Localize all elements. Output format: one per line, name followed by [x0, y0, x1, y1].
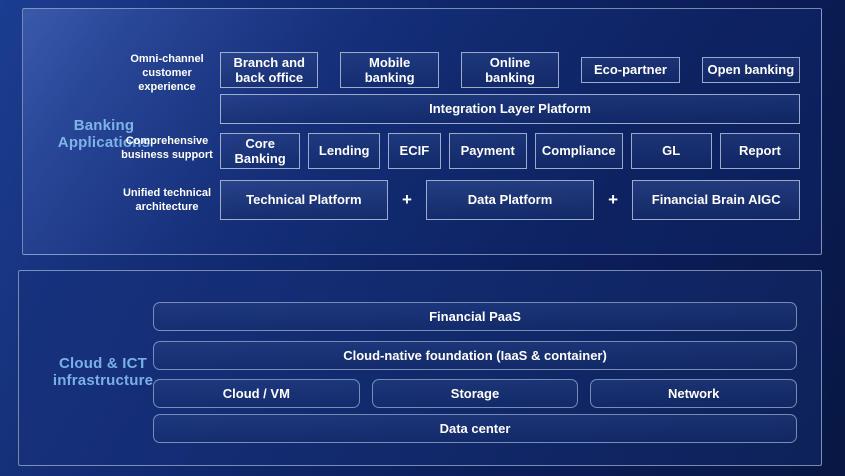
channel-box-online-banking: Online banking	[461, 52, 559, 89]
channel-box-mobile-banking: Mobile banking	[340, 52, 438, 89]
omni-channel-row-label: Omni-channel customer experience	[117, 53, 217, 94]
tech-boxes-row: Technical Platform + Data Platform + Fin…	[220, 180, 800, 220]
business-boxes-row: Core Banking Lending ECIF Payment Compli…	[220, 133, 800, 169]
tech-box-data-platform: Data Platform	[426, 180, 594, 220]
channel-box-eco-partner: Eco-partner	[581, 57, 679, 83]
channel-boxes-row: Branch and back office Mobile banking On…	[220, 51, 800, 89]
resource-box-network: Network	[590, 379, 797, 408]
cloud-ict-infrastructure-panel: Cloud & ICT infrastructure Financial Paa…	[18, 270, 822, 466]
financial-paas-bar: Financial PaaS	[153, 302, 797, 331]
resource-boxes-row: Cloud / VM Storage Network	[153, 379, 797, 408]
business-support-row-label: Comprehensive business support	[117, 135, 217, 163]
business-box-lending: Lending	[308, 133, 380, 169]
business-box-ecif: ECIF	[388, 133, 440, 169]
business-box-gl: GL	[631, 133, 712, 169]
plus-sign: +	[388, 190, 427, 210]
infrastructure-stack: Financial PaaS Cloud-native foundation (…	[153, 271, 797, 467]
cloud-ict-title: Cloud & ICT infrastructure	[39, 355, 167, 390]
business-box-report: Report	[720, 133, 800, 169]
cloud-native-foundation-bar: Cloud-native foundation (IaaS & containe…	[153, 341, 797, 370]
plus-sign: +	[594, 190, 633, 210]
channel-box-open-banking: Open banking	[702, 57, 800, 83]
resource-box-storage: Storage	[372, 379, 579, 408]
tech-box-technical-platform: Technical Platform	[220, 180, 388, 220]
banking-applications-panel: Banking Applications Omni-channel custom…	[22, 8, 822, 255]
unified-architecture-row-label: Unified technical architecture	[117, 187, 217, 215]
resource-box-cloud-vm: Cloud / VM	[153, 379, 360, 408]
tech-box-financial-brain-aigc: Financial Brain AIGC	[632, 180, 800, 220]
data-center-bar: Data center	[153, 414, 797, 443]
business-box-compliance: Compliance	[535, 133, 623, 169]
business-box-core-banking: Core Banking	[220, 133, 300, 169]
channel-box-branch-back-office: Branch and back office	[220, 52, 318, 89]
business-box-payment: Payment	[449, 133, 527, 169]
integration-layer-platform-bar: Integration Layer Platform	[220, 94, 800, 124]
